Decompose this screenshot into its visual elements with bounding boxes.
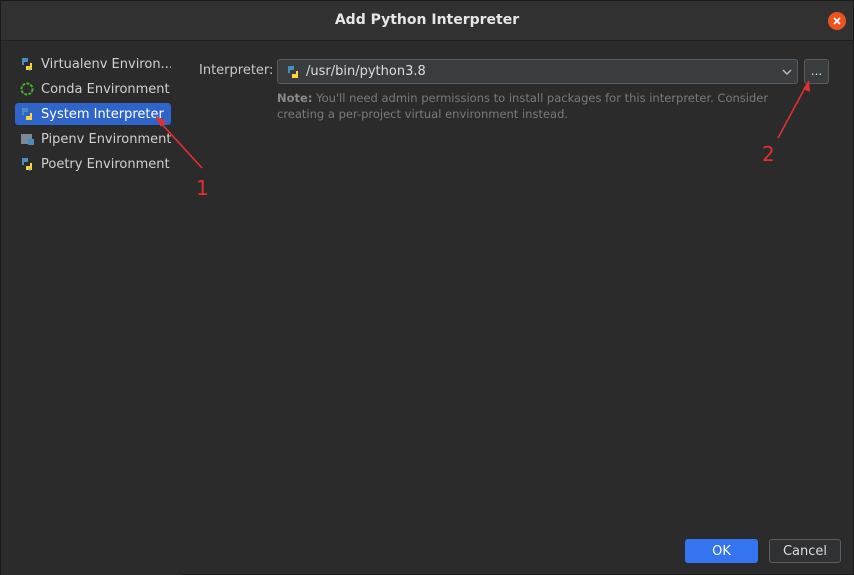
- sidebar-item-label: Virtualenv Environ...: [41, 56, 171, 72]
- python-icon: [19, 106, 35, 122]
- sidebar-item-system-interpreter[interactable]: System Interpreter: [15, 103, 171, 125]
- svg-text:v: v: [28, 166, 32, 172]
- annotation-marker-1: 1: [196, 176, 209, 200]
- sidebar-item-virtualenv[interactable]: v Virtualenv Environ...: [15, 53, 171, 75]
- dialog-title: Add Python Interpreter: [334, 12, 520, 28]
- sidebar-item-pipenv[interactable]: Pipenv Environment: [15, 128, 171, 150]
- interpreter-label: Interpreter:: [199, 63, 274, 78]
- sidebar-item-label: Pipenv Environment: [41, 131, 171, 147]
- add-python-interpreter-dialog: Add Python Interpreter v Virtualenv Envi…: [0, 0, 854, 575]
- title-bar: Add Python Interpreter: [1, 1, 853, 41]
- conda-icon: [19, 81, 35, 97]
- cancel-button[interactable]: Cancel: [769, 539, 841, 563]
- close-button[interactable]: [828, 12, 846, 30]
- svg-text:v: v: [28, 66, 32, 72]
- close-icon: [833, 17, 841, 25]
- sidebar-item-conda[interactable]: Conda Environment: [15, 78, 171, 100]
- note-text: You'll need admin permissions to install…: [277, 91, 769, 121]
- interpreter-select[interactable]: /usr/bin/python3.8: [277, 59, 798, 84]
- annotation-marker-2: 2: [762, 142, 775, 166]
- sidebar-item-label: Conda Environment: [41, 81, 170, 97]
- python-venv-icon: v: [19, 56, 35, 72]
- admin-permissions-note: Note: You'll need admin permissions to i…: [277, 91, 807, 122]
- interpreter-path: /usr/bin/python3.8: [306, 64, 426, 79]
- sidebar-item-poetry[interactable]: v Poetry Environment: [15, 153, 171, 175]
- poetry-icon: v: [19, 156, 35, 172]
- note-prefix: Note:: [277, 91, 313, 105]
- sidebar-item-label: Poetry Environment: [41, 156, 170, 172]
- environment-type-list: v Virtualenv Environ... Conda Environmen…: [1, 41, 181, 575]
- sidebar-item-label: System Interpreter: [41, 106, 164, 122]
- python-icon: [285, 64, 301, 80]
- ok-button[interactable]: OK: [685, 539, 758, 563]
- chevron-down-icon[interactable]: [777, 69, 797, 75]
- pipenv-icon: [19, 131, 35, 147]
- browse-interpreter-button[interactable]: ...: [804, 59, 829, 84]
